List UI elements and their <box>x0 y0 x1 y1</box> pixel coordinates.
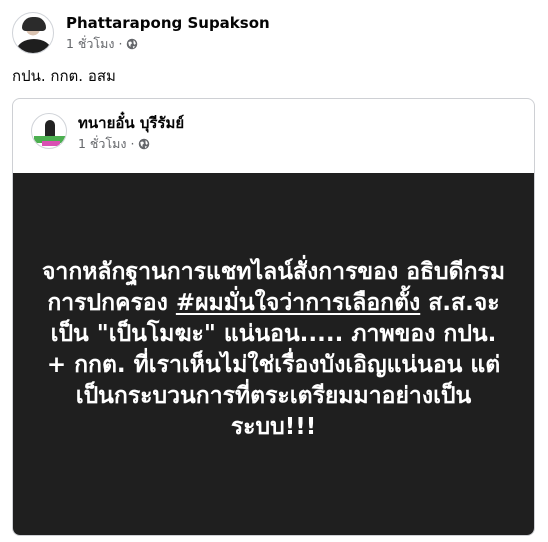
text-image-panel[interactable]: จากหลักฐานการแชทไลน์สั่งการของ อธิบดีกรม… <box>13 173 534 535</box>
meta-separator: · <box>118 36 123 51</box>
shared-post-card[interactable]: ทนายอั๋น บุรีรัมย์ 1 ชั่วโมง · จากหลักฐา… <box>12 98 535 536</box>
post-message: กปน. กกต. อสม <box>12 67 116 85</box>
shared-author-name[interactable]: ทนายอั๋น บุรีรัมย์ <box>78 113 184 133</box>
author-avatar[interactable] <box>12 12 54 54</box>
image-text: จากหลักฐานการแชทไลน์สั่งการของ อธิบดีกรม… <box>39 257 509 443</box>
post-timestamp[interactable]: 1 ชั่วโมง <box>66 35 115 53</box>
post-meta: 1 ชั่วโมง · <box>66 35 270 53</box>
shared-post-meta: 1 ชั่วโมง · <box>78 135 184 153</box>
shared-meta-separator: · <box>130 136 135 151</box>
post-header: Phattarapong Supakson 1 ชั่วโมง · <box>12 12 270 54</box>
shared-post-header: ทนายอั๋น บุรีรัมย์ 1 ชั่วโมง · <box>31 113 184 153</box>
shared-header-text: ทนายอั๋น บุรีรัมย์ 1 ชั่วโมง · <box>78 113 184 153</box>
post-header-text: Phattarapong Supakson 1 ชั่วโมง · <box>66 13 270 53</box>
hashtag-link[interactable]: #ผมมั่นใจว่าการเลือกตั้ง <box>176 290 420 316</box>
globe-icon[interactable] <box>126 38 138 50</box>
shared-post-timestamp[interactable]: 1 ชั่วโมง <box>78 135 127 153</box>
globe-icon[interactable] <box>138 138 150 150</box>
author-name[interactable]: Phattarapong Supakson <box>66 13 270 33</box>
shared-author-avatar[interactable] <box>31 113 67 149</box>
